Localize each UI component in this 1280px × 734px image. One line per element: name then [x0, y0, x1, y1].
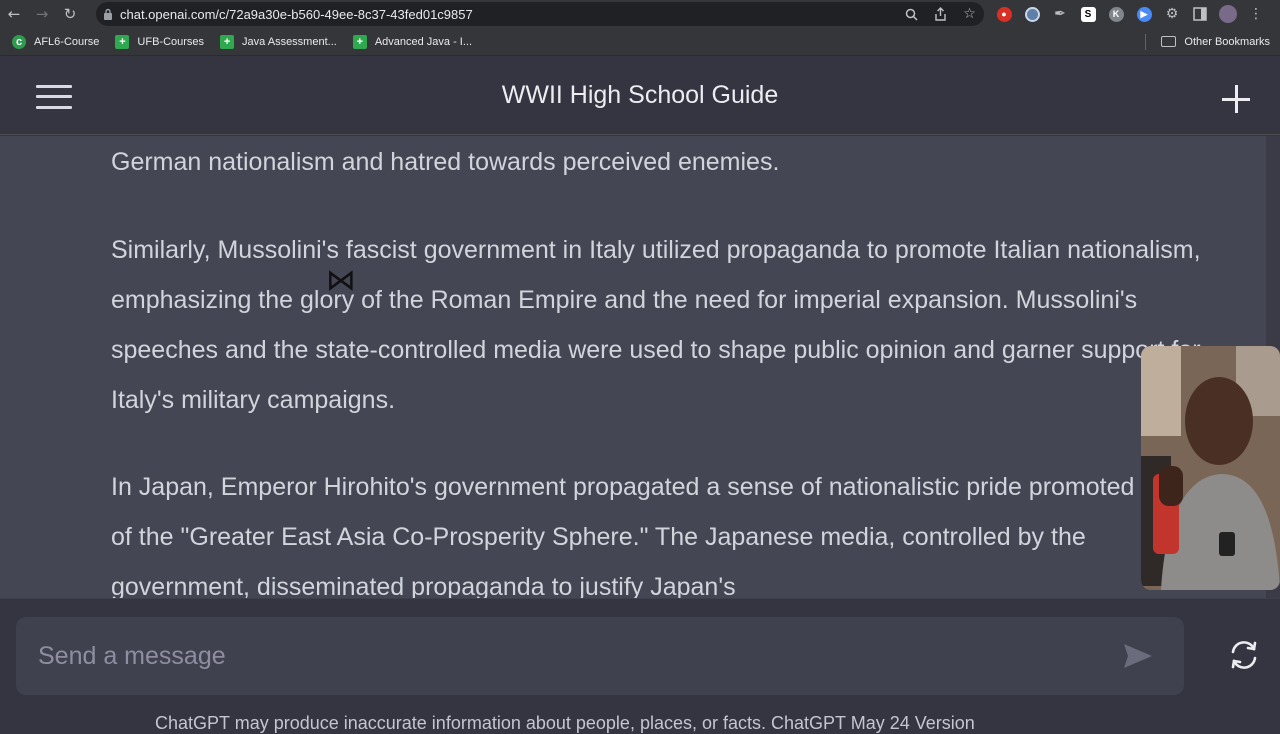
text-cursor-icon: ⋈: [326, 263, 356, 298]
bookmark-star-icon[interactable]: ☆: [955, 6, 984, 22]
side-panel-icon[interactable]: [1186, 2, 1214, 26]
extension-blue-icon[interactable]: ▶: [1130, 2, 1158, 26]
green-plus-icon: +: [220, 34, 235, 49]
green-plus-icon: +: [115, 34, 130, 49]
lock-icon[interactable]: [96, 8, 120, 20]
zoom-icon[interactable]: [897, 8, 926, 21]
chat-header: WWII High School Guide: [0, 57, 1280, 135]
message-paragraph: Similarly, Mussolini's fascist governmen…: [111, 236, 1201, 414]
browser-menu-icon[interactable]: ⋮: [1242, 2, 1270, 26]
extension-k-icon[interactable]: K: [1102, 2, 1130, 26]
bookmarks-bar: c AFL6-Course + UFB-Courses + Java Asses…: [0, 28, 1280, 56]
bookmark-advanced-java[interactable]: + Advanced Java - I...: [352, 34, 472, 49]
folder-icon: [1161, 36, 1177, 47]
share-icon[interactable]: [926, 7, 955, 21]
profile-avatar[interactable]: [1214, 2, 1242, 26]
url-text[interactable]: chat.openai.com/c/72a9a30e-b560-49ee-8c3…: [120, 7, 473, 22]
footer-disclaimer: ChatGPT may produce inaccurate informati…: [155, 713, 975, 733]
address-bar[interactable]: chat.openai.com/c/72a9a30e-b560-49ee-8c3…: [96, 2, 984, 26]
back-arrow-icon[interactable]: ←: [0, 0, 28, 28]
new-chat-plus-icon[interactable]: [1222, 85, 1250, 113]
green-plus-icon: +: [352, 34, 367, 49]
extensions-area: ● ✒ S K ▶ ⚙ ⋮: [990, 2, 1270, 26]
forward-arrow-icon[interactable]: →: [28, 0, 56, 28]
regenerate-icon[interactable]: [1226, 637, 1262, 673]
message-paragraph: German nationalism and hatred towards pe…: [111, 148, 780, 176]
browser-toolbar: ← → ↻ chat.openai.com/c/72a9a30e-b560-49…: [0, 0, 1280, 28]
bookmark-java-assessment[interactable]: + Java Assessment...: [220, 34, 337, 49]
circle-c-icon: c: [12, 34, 26, 49]
hamburger-menu-icon[interactable]: [36, 85, 72, 109]
other-bookmarks[interactable]: Other Bookmarks: [1161, 36, 1270, 48]
message-area[interactable]: German nationalism and hatred towards pe…: [0, 136, 1280, 598]
extension-red-icon[interactable]: ●: [990, 2, 1018, 26]
message-paragraph: In Japan, Emperor Hirohito's government …: [111, 473, 1231, 598]
composer-area: ChatGPT may produce inaccurate informati…: [0, 598, 1280, 733]
extension-ring-icon[interactable]: [1018, 2, 1046, 26]
bookmark-afl6-course[interactable]: c AFL6-Course: [12, 34, 99, 49]
message-composer: [16, 617, 1184, 695]
webcam-overlay: [1141, 346, 1280, 590]
message-input[interactable]: [16, 641, 1118, 671]
send-icon[interactable]: [1118, 636, 1158, 676]
bookmark-divider: [1145, 33, 1146, 50]
extension-s-icon[interactable]: S: [1074, 2, 1102, 26]
bookmark-ufb-courses[interactable]: + UFB-Courses: [115, 34, 204, 49]
chat-title: WWII High School Guide: [501, 81, 779, 109]
extensions-puzzle-icon[interactable]: ⚙: [1158, 2, 1186, 26]
extension-pen-icon[interactable]: ✒: [1046, 2, 1074, 26]
reload-icon[interactable]: ↻: [56, 0, 84, 28]
